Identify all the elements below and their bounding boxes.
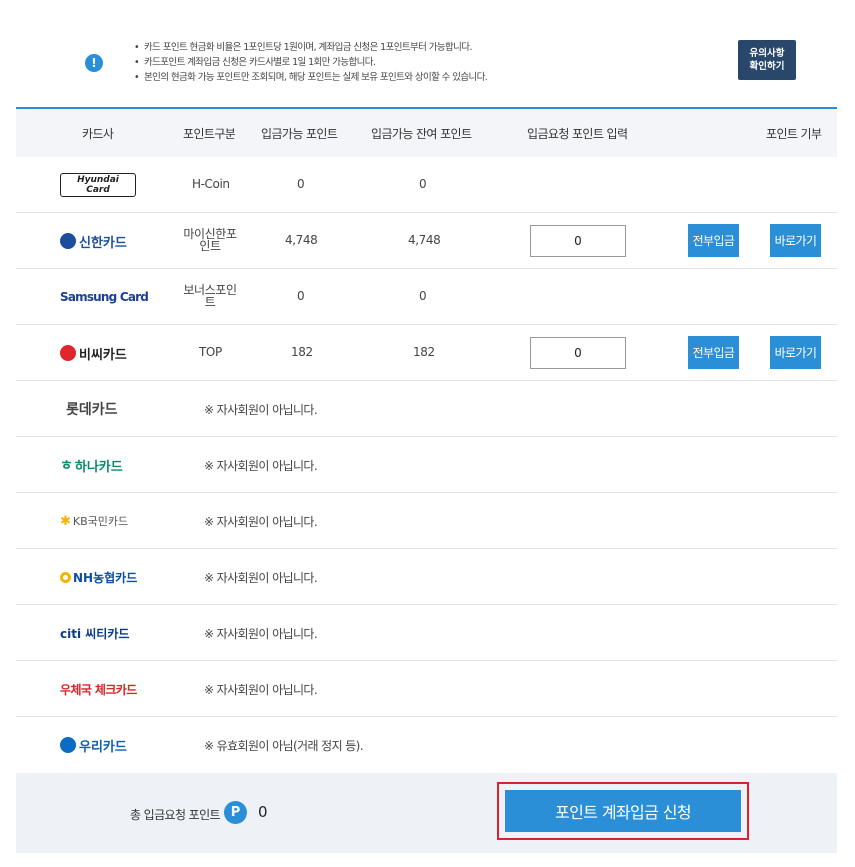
non-member-message: ※ 자사회원이 아닙니다. — [204, 683, 318, 697]
bc-logo-icon — [60, 345, 76, 361]
nh-card-logo: NH농협카드 — [60, 567, 137, 587]
total-request-value: 0 — [258, 803, 268, 821]
table-row: 롯데카드 ※ 자사회원이 아닙니다. — [16, 381, 837, 437]
remaining-points: 4,748 — [408, 233, 441, 247]
deposit-all-button[interactable]: 전부입금 — [688, 336, 739, 369]
header-request: 입금요청 포인트 입력 — [527, 127, 628, 141]
available-points: 182 — [291, 345, 313, 359]
table-row: 비씨카드 TOP 182 182 전부입금 바로가기 — [16, 325, 837, 381]
notice-confirm-button[interactable]: 유의사항 확인하기 — [738, 40, 796, 80]
remaining-points: 182 — [413, 345, 435, 359]
footer-summary: 총 입금요청 포인트 P 0 포인트 계좌입금 신청 — [16, 773, 837, 853]
point-badge-icon: P — [224, 801, 247, 824]
deposit-all-button[interactable]: 전부입금 — [688, 224, 739, 257]
header-available: 입금가능 포인트 — [261, 127, 338, 141]
hana-logo-icon: ㅎ — [60, 458, 73, 474]
total-request-label: 총 입금요청 포인트 — [130, 808, 221, 822]
info-icon: ! — [85, 54, 103, 72]
point-type: H-Coin — [192, 177, 230, 191]
table-row: ✱ KB국민카드 ※ 자사회원이 아닙니다. — [16, 493, 837, 549]
hyundai-card-logo: Hyundai Card — [60, 173, 136, 197]
submit-highlight-frame: 포인트 계좌입금 신청 — [497, 782, 749, 840]
kb-star-icon: ✱ — [60, 513, 71, 529]
shinhan-card-logo: 신한카드 — [60, 231, 127, 251]
lotte-card-logo: 롯데카드 — [66, 402, 118, 418]
notice-section: ! 카드 포인트 현금화 비율은 1포인트당 1원이며, 계좌입금 신청은 1포… — [16, 30, 837, 96]
non-member-message: ※ 자사회원이 아닙니다. — [204, 515, 318, 529]
table-header: 카드사 포인트구분 입금가능 포인트 입금가능 잔여 포인트 입금요청 포인트 … — [16, 109, 837, 157]
citi-card-logo: citi 씨티카드 — [60, 626, 130, 641]
submit-deposit-button[interactable]: 포인트 계좌입금 신청 — [505, 790, 741, 832]
nh-logo-icon — [60, 571, 71, 583]
table-row: 우체국 체크카드 ※ 자사회원이 아닙니다. — [16, 661, 837, 717]
notice-line: 카드 포인트 현금화 비율은 1포인트당 1원이며, 계좌입금 신청은 1포인트… — [134, 40, 487, 55]
non-member-message: ※ 자사회원이 아닙니다. — [204, 459, 318, 473]
bc-card-logo: 비씨카드 — [60, 343, 127, 363]
table-row: 우리카드 ※ 유효회원이 아님(거래 정지 등). — [16, 717, 837, 773]
go-to-button[interactable]: 바로가기 — [770, 336, 821, 369]
non-member-message: ※ 자사회원이 아닙니다. — [204, 627, 318, 641]
available-points: 0 — [297, 289, 305, 303]
go-to-button[interactable]: 바로가기 — [770, 224, 821, 257]
table-row: NH농협카드 ※ 자사회원이 아닙니다. — [16, 549, 837, 605]
non-member-message: ※ 자사회원이 아닙니다. — [204, 403, 318, 417]
non-member-message: ※ 자사회원이 아닙니다. — [204, 571, 318, 585]
header-remaining: 입금가능 잔여 포인트 — [371, 127, 472, 141]
table-row: Samsung Card 보너스포인트 0 0 — [16, 269, 837, 325]
remaining-points: 0 — [419, 289, 427, 303]
header-type: 포인트구분 — [183, 127, 236, 141]
notice-line: 본인의 현금화 가능 포인트만 조회되며, 해당 포인트는 실제 보유 포인트와… — [134, 70, 488, 85]
available-points: 4,748 — [285, 233, 318, 247]
shinhan-logo-icon — [60, 233, 76, 249]
request-points-input[interactable] — [530, 337, 626, 369]
point-type: 마이신한포인트 — [183, 227, 237, 253]
epost-card-logo: 우체국 체크카드 — [60, 682, 137, 697]
notice-line: 카드포인트 계좌입금 신청은 카드사별로 1일 1회만 가능합니다. — [134, 55, 487, 70]
available-points: 0 — [297, 177, 305, 191]
notice-list: 카드 포인트 현금화 비율은 1포인트당 1원이며, 계좌입금 신청은 1포인트… — [134, 40, 488, 85]
point-type: 보너스포인트 — [183, 283, 237, 309]
request-points-input[interactable] — [530, 225, 626, 257]
header-donate: 포인트 기부 — [766, 127, 822, 141]
samsung-card-logo: Samsung Card — [60, 290, 149, 304]
kb-card-logo: ✱ KB국민카드 — [60, 513, 129, 529]
card-points-table: 카드사 포인트구분 입금가능 포인트 입금가능 잔여 포인트 입금요청 포인트 … — [16, 107, 837, 773]
header-card: 카드사 — [82, 127, 114, 141]
woori-logo-icon — [60, 737, 76, 753]
table-row: Hyundai Card H-Coin 0 0 — [16, 157, 837, 213]
non-member-message: ※ 유효회원이 아님(거래 정지 등). — [204, 739, 364, 753]
remaining-points: 0 — [419, 177, 427, 191]
point-type: TOP — [199, 345, 222, 359]
woori-card-logo: 우리카드 — [60, 735, 127, 755]
table-row: citi 씨티카드 ※ 자사회원이 아닙니다. — [16, 605, 837, 661]
hana-card-logo: ㅎ 하나카드 — [60, 455, 123, 475]
table-row: ㅎ 하나카드 ※ 자사회원이 아닙니다. — [16, 437, 837, 493]
table-row: 신한카드 마이신한포인트 4,748 4,748 전부입금 바로가기 — [16, 213, 837, 269]
